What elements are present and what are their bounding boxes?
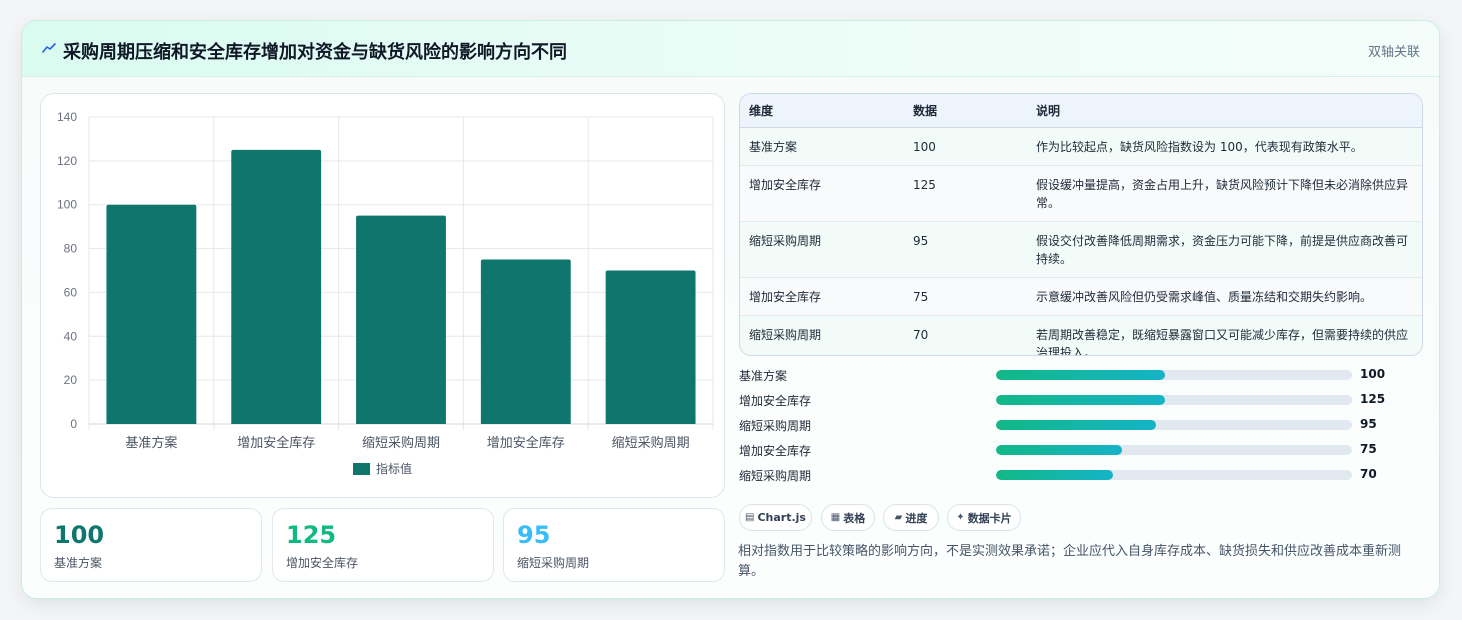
chip-progress[interactable]: ▰ 进度 (883, 504, 939, 531)
chart-icon: ▤ (745, 512, 755, 523)
bar (231, 149, 322, 424)
progress-track (996, 420, 1352, 430)
stat-card-safety-stock: 125 增加安全库存 (272, 508, 494, 582)
y-tick-label: 40 (64, 329, 78, 343)
data-table: 维度 数据 说明 基准方案 100 作为比较起点，缺货风险指数设为 100，代表… (739, 93, 1423, 356)
y-tick-label: 80 (64, 242, 78, 256)
progress-value: 125 (1360, 392, 1386, 406)
y-tick-label: 20 (64, 373, 78, 387)
table-cell-dimension: 基准方案 (740, 127, 904, 166)
table-cell-dimension: 缩短采购周期 (740, 221, 904, 278)
y-tick-label: 0 (70, 417, 77, 431)
page-title: 采购周期压缩和安全库存增加对资金与缺货风险的影响方向不同 (63, 42, 567, 63)
bar (480, 259, 571, 424)
footnote: 相对指数用于比较策略的影响方向，不是实测效果承诺；企业应代入自身库存成本、缺货损… (738, 544, 1402, 579)
chip-label: 数据卡片 (967, 511, 1012, 525)
table-header-row: 维度 数据 说明 (740, 94, 1422, 128)
progress-row: 增加安全库存 125 (739, 390, 1399, 410)
progress-value: 100 (1360, 367, 1386, 381)
progress-track (996, 470, 1352, 480)
table-cell-dimension: 增加安全库存 (740, 277, 904, 316)
table-row: 缩短采购周期 95 假设交付改善降低周期需求，资金压力可能下降，前提是供应商改善… (740, 221, 1422, 278)
x-tick-label: 基准方案 (125, 435, 177, 450)
progress-row: 增加安全库存 75 (739, 440, 1399, 460)
table-cell-value: 70 (913, 327, 929, 342)
chip-label: 进度 (905, 511, 928, 525)
progress-track (996, 445, 1352, 455)
legend-label: 指标值 (376, 461, 412, 476)
table-cell-description: 假设交付改善降低周期需求，资金压力可能下降，前提是供应商改善可持续。 (1027, 221, 1422, 278)
table-cell-description: 作为比较起点，缺货风险指数设为 100，代表现有政策水平。 (1027, 127, 1422, 166)
card-header: 采购周期压缩和安全库存增加对资金与缺货风险的影响方向不同 双轴关联 (22, 21, 1439, 77)
bar (605, 270, 696, 424)
stat-label: 基准方案 (54, 556, 103, 570)
chip-data-cards[interactable]: ✦ 数据卡片 (947, 504, 1021, 531)
progress-value: 95 (1360, 417, 1377, 431)
table-row: 基准方案 100 作为比较起点，缺货风险指数设为 100，代表现有政策水平。 (740, 127, 1422, 166)
table-cell-dimension: 增加安全库存 (740, 165, 904, 222)
stat-card-cycle: 95 缩短采购周期 (503, 508, 725, 582)
progress-value: 75 (1360, 442, 1377, 456)
progress-label: 增加安全库存 (739, 444, 812, 458)
progress-track (996, 395, 1352, 405)
header-tag: 双轴关联 (1367, 45, 1420, 60)
progress-fill (996, 420, 1157, 430)
table-cell-value: 95 (904, 221, 1027, 278)
table-row: 缩短采购周期 70 若周期改善稳定，既缩短暴露窗口又可能减少库存，但需要持续的供… (740, 315, 1422, 356)
progress-fill (996, 395, 1166, 405)
table-header-dimension: 维度 (740, 94, 904, 128)
progress-label: 增加安全库存 (739, 394, 812, 408)
legend-swatch (353, 463, 370, 475)
y-tick-label: 140 (57, 110, 77, 124)
table-icon: ▦ (830, 512, 841, 523)
stat-value: 125 (286, 521, 337, 549)
table-cell-value: 125 (904, 165, 1027, 222)
chip-chartjs[interactable]: ▤ Chart.js (739, 504, 812, 531)
x-tick-label: 缩短采购周期 (362, 435, 440, 450)
bar (356, 215, 446, 424)
y-tick-label: 120 (57, 154, 77, 168)
table-cell-description: 若周期改善稳定，既缩短暴露窗口又可能减少库存，但需要持续的供应治理投入。 (1036, 327, 1409, 356)
table-cell-value: 75 (904, 277, 1027, 316)
progress-icon: ▰ (894, 512, 903, 523)
table-row: 增加安全库存 125 假设缓冲量提高，资金占用上升，缺货风险预计下降但未必消除供… (740, 165, 1422, 222)
stat-label: 缩短采购周期 (517, 556, 590, 570)
bar-chart: 0 20 40 60 80 100 120 140 基准方案 增加安全库存 缩短采购周期 增加安全库存… (40, 93, 725, 498)
chip-table[interactable]: ▦ 表格 (821, 504, 875, 531)
table-cell-description: 示意缓冲改善风险但仍受需求峰值、质量冻结和交期失约影响。 (1027, 277, 1422, 316)
progress-fill (996, 470, 1114, 480)
progress-fill (996, 370, 1166, 380)
table-header-data: 数据 (904, 94, 1027, 128)
x-tick-label: 增加安全库存 (487, 435, 565, 450)
stat-value: 100 (54, 521, 105, 549)
table-header-description: 说明 (1027, 94, 1422, 128)
table-row: 增加安全库存 75 示意缓冲改善风险但仍受需求峰值、质量冻结和交期失约影响。 (740, 277, 1422, 316)
progress-row: 缩短采购周期 70 (739, 465, 1399, 485)
x-tick-label: 缩短采购周期 (612, 435, 690, 450)
progress-row: 缩短采购周期 95 (739, 415, 1399, 435)
stat-value: 95 (517, 521, 551, 549)
progress-row: 基准方案 100 (739, 365, 1399, 385)
progress-value: 70 (1360, 467, 1377, 481)
chip-label: Chart.js (757, 511, 806, 524)
progress-fill (996, 445, 1123, 455)
trend-line-icon (42, 43, 56, 53)
table-cell-description: 假设缓冲量提高，资金占用上升，缺货风险预计下降但未必消除供应异常。 (1027, 165, 1422, 222)
stat-card-baseline: 100 基准方案 (40, 508, 262, 582)
bar-chart-svg: 0 20 40 60 80 100 120 140 基准方案 增加安全库存 缩短采购周期 增加安全库存… (57, 110, 714, 476)
progress-label: 缩短采购周期 (739, 469, 812, 483)
y-tick-label: 100 (57, 198, 77, 212)
progress-label: 缩短采购周期 (739, 419, 812, 433)
progress-track (996, 370, 1352, 380)
card-icon: ✦ (956, 512, 965, 523)
main-card: 采购周期压缩和安全库存增加对资金与缺货风险的影响方向不同 双轴关联 0 20 40 6… (21, 20, 1440, 599)
table-cell-dimension: 缩短采购周期 (749, 327, 822, 342)
table-cell-value: 100 (904, 127, 1027, 166)
progress-label: 基准方案 (739, 369, 788, 383)
bar (106, 204, 197, 424)
stat-label: 增加安全库存 (286, 556, 359, 570)
y-tick-label: 60 (64, 285, 78, 299)
chip-label: 表格 (843, 511, 866, 525)
x-tick-label: 增加安全库存 (237, 435, 315, 450)
